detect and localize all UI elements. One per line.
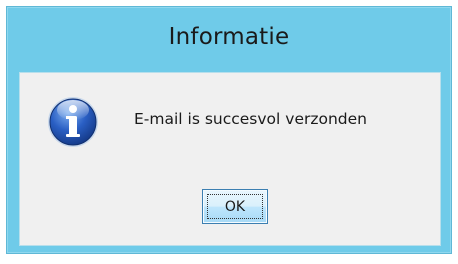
title-bar[interactable]: Informatie [7, 7, 451, 69]
message-dialog: Informatie E-mail is succesvol verzonden… [6, 6, 452, 254]
window-title: Informatie [168, 24, 290, 50]
dialog-content: E-mail is succesvol verzonden OK [19, 72, 441, 246]
info-icon [48, 97, 98, 147]
ok-button[interactable]: OK [202, 189, 268, 224]
dialog-message: E-mail is succesvol verzonden [134, 110, 367, 128]
ok-button-label: OK [224, 198, 246, 215]
